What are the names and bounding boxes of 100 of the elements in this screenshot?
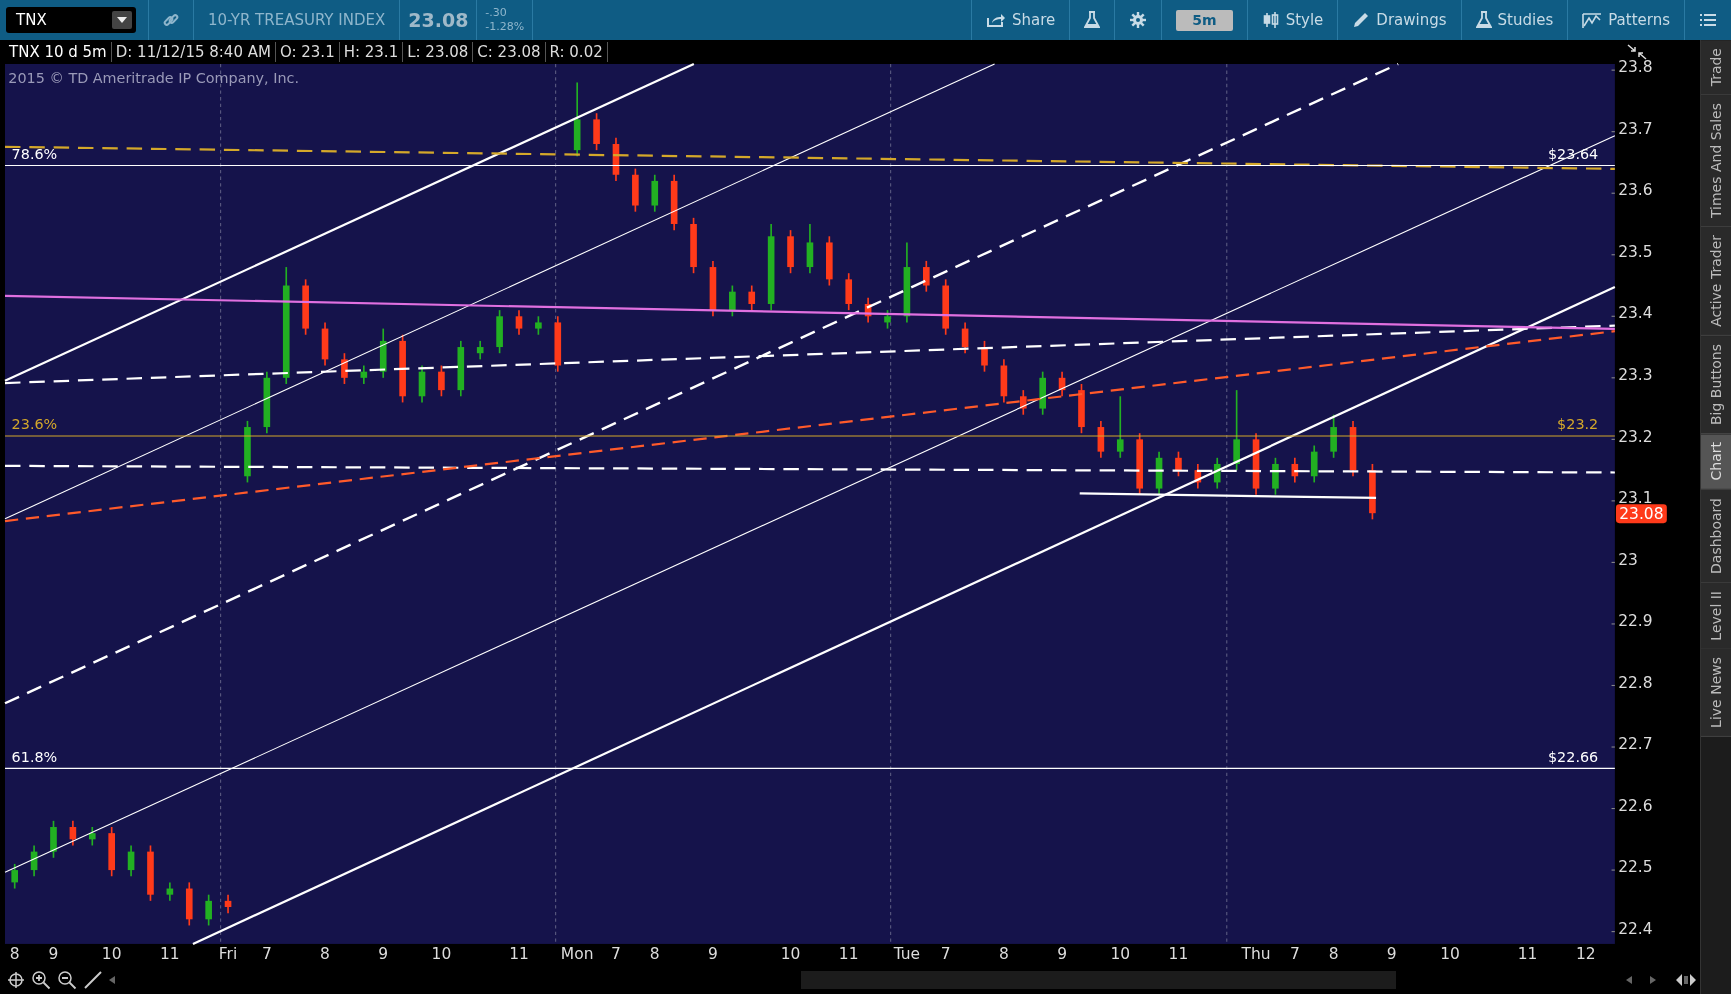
side-tab[interactable]: Trade xyxy=(1701,40,1731,96)
fib-price: $23.2 xyxy=(1557,416,1599,433)
candle xyxy=(11,863,18,890)
zoom-in-icon[interactable] xyxy=(31,970,51,990)
candle xyxy=(1213,457,1221,490)
candle xyxy=(1330,413,1337,459)
axis-label: 23.5 xyxy=(1618,242,1653,261)
axis-label: 22.8 xyxy=(1618,673,1653,692)
axis-label: Thu xyxy=(1241,945,1271,964)
axis-label: Fri xyxy=(218,945,238,964)
candle xyxy=(981,340,988,373)
info-field: TNX 10 d 5m xyxy=(5,42,112,62)
candle xyxy=(205,893,212,927)
candle xyxy=(787,229,794,275)
axis-label: 10 xyxy=(431,945,452,964)
candle xyxy=(69,820,77,847)
candle xyxy=(670,173,678,231)
expand-icon[interactable] xyxy=(1626,43,1648,61)
candle xyxy=(961,321,969,355)
axis-label: 9 xyxy=(48,945,59,964)
candle xyxy=(1116,395,1124,459)
axis-label: 23.3 xyxy=(1618,366,1653,384)
axis-label: 11 xyxy=(838,945,859,964)
axis-label: 9 xyxy=(708,945,718,964)
side-tab[interactable]: Times And Sales xyxy=(1701,95,1731,228)
candle xyxy=(379,327,387,379)
scrollbar[interactable] xyxy=(801,971,1396,989)
resize-icon[interactable] xyxy=(1676,973,1696,987)
candle xyxy=(1155,450,1163,496)
candle xyxy=(1078,383,1085,435)
candle xyxy=(418,364,426,404)
axis-label: 11 xyxy=(1517,945,1538,964)
candle xyxy=(496,309,503,355)
candle xyxy=(224,893,232,914)
axis-label: 23.7 xyxy=(1618,119,1653,138)
candle xyxy=(244,420,251,484)
side-tab[interactable]: Dashboard xyxy=(1701,489,1731,583)
side-tab[interactable]: Active Trader xyxy=(1701,227,1731,337)
symbol-description: 10-YR TREASURY INDEX xyxy=(208,9,386,31)
axis-label: 12 xyxy=(1575,945,1596,964)
side-tab[interactable]: Big Buttons xyxy=(1701,336,1731,435)
candle xyxy=(302,278,309,336)
pencil-icon xyxy=(1352,11,1371,29)
info-field: L: 23.08 xyxy=(403,42,474,62)
candle xyxy=(1310,444,1318,484)
side-tab[interactable]: Chart xyxy=(1701,434,1731,490)
candle xyxy=(748,284,756,311)
axis-label: 23 xyxy=(1618,550,1638,569)
aggregation-button[interactable]: 5m xyxy=(1176,9,1233,31)
candle xyxy=(1272,457,1279,496)
candle xyxy=(884,309,891,330)
candle xyxy=(651,173,659,213)
candle xyxy=(457,340,465,398)
axis-label: 10 xyxy=(1110,945,1131,964)
symbol-dropdown[interactable]: TNX xyxy=(6,7,136,33)
axis-label: 9 xyxy=(1057,945,1067,964)
candle xyxy=(729,284,736,318)
candlestick-icon xyxy=(1261,11,1280,29)
candle xyxy=(535,315,542,336)
axis-label: 8 xyxy=(9,945,20,964)
candle xyxy=(185,881,193,927)
candle xyxy=(942,278,949,336)
fib-label: 23.6% xyxy=(11,416,58,433)
line-tool-icon[interactable] xyxy=(83,970,103,990)
axis-label: 22.9 xyxy=(1618,612,1653,631)
candle xyxy=(864,297,872,324)
percent-change: -1.28% xyxy=(485,20,525,34)
scroll-left-icon[interactable] xyxy=(109,976,115,984)
candle xyxy=(50,820,57,859)
info-field: O: 23.1 xyxy=(275,42,340,62)
candle xyxy=(108,826,115,878)
axis-label: 7 xyxy=(611,945,621,964)
axis-label: 23.4 xyxy=(1618,304,1653,323)
info-field: H: 23.1 xyxy=(339,42,404,62)
axis-label: Tue xyxy=(893,945,921,964)
axis-label: 9 xyxy=(378,945,389,964)
crosshair-icon[interactable] xyxy=(7,971,25,989)
candle xyxy=(263,370,271,435)
zoom-out-icon[interactable] xyxy=(57,970,77,990)
fib-price: $22.66 xyxy=(1548,748,1599,765)
side-tab[interactable]: Level II xyxy=(1701,582,1731,650)
candle xyxy=(147,844,154,902)
menu-icon xyxy=(1699,12,1717,28)
side-tab[interactable]: Live News xyxy=(1701,649,1731,738)
axis-label: 9 xyxy=(1386,945,1397,964)
axis-label: 7 xyxy=(261,945,272,964)
scroll-left-icon[interactable] xyxy=(1626,976,1632,984)
candle xyxy=(360,364,368,385)
scroll-right-icon[interactable] xyxy=(1650,976,1656,984)
last-price: 23.08 xyxy=(408,7,469,33)
info-field: C: 23.08 xyxy=(473,42,546,62)
axis-label: 7 xyxy=(1289,945,1300,964)
caret-icon xyxy=(112,11,132,29)
candle xyxy=(593,112,600,151)
candle xyxy=(88,826,96,847)
axis-label: 10 xyxy=(780,945,801,964)
settings-icon xyxy=(1129,11,1148,29)
axis-label: 23.2 xyxy=(1618,427,1653,446)
link-icon xyxy=(163,12,179,28)
candle xyxy=(438,364,445,398)
